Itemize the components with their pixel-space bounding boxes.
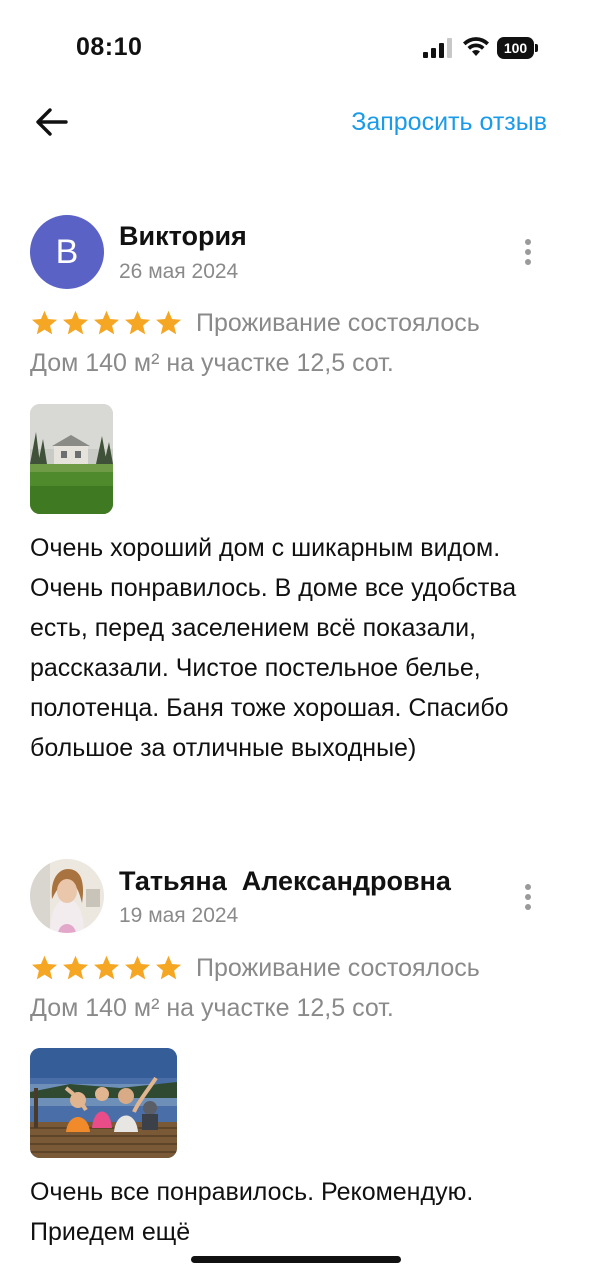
status-bar: 08:10 100 xyxy=(0,0,591,96)
menu-dot xyxy=(525,894,531,900)
home-indicator[interactable] xyxy=(191,1256,401,1263)
wifi-icon xyxy=(463,37,489,56)
star-icon xyxy=(94,310,119,335)
avatar xyxy=(30,859,104,933)
avatar: В xyxy=(30,215,104,289)
review-text: Очень хороший дом с шикарным видом. Очен… xyxy=(30,534,517,762)
review-date: 26 мая 2024 xyxy=(119,260,239,283)
rating-stars xyxy=(30,309,183,337)
menu-dot xyxy=(525,259,531,265)
status-time: 08:10 xyxy=(76,33,143,61)
review-photo[interactable] xyxy=(30,1048,177,1158)
star-icon xyxy=(63,310,88,335)
star-icon xyxy=(32,955,57,980)
cellular-signal-icon xyxy=(423,38,452,58)
avatar-photo xyxy=(30,859,104,933)
more-options-button[interactable] xyxy=(512,875,544,919)
back-button[interactable] xyxy=(30,100,74,144)
battery-tip xyxy=(535,44,538,52)
star-icon xyxy=(156,310,181,335)
battery-icon: 100 xyxy=(497,37,539,59)
request-review-button[interactable]: Запросить отзыв xyxy=(351,108,547,137)
review-date: 19 мая 2024 xyxy=(119,904,239,927)
star-icon xyxy=(125,955,150,980)
rating-stars xyxy=(30,954,183,982)
menu-dot xyxy=(525,904,531,910)
property-name: Дом 140 м² на участке 12,5 сот. xyxy=(30,994,394,1022)
star-icon xyxy=(32,310,57,335)
group-photo xyxy=(30,1048,177,1158)
house-photo xyxy=(30,404,113,514)
property-name: Дом 140 м² на участке 12,5 сот. xyxy=(30,349,394,377)
star-icon xyxy=(156,955,181,980)
stay-status: Проживание состоялось xyxy=(196,309,480,337)
more-vertical-icon xyxy=(525,884,531,890)
menu-dot xyxy=(525,249,531,255)
stay-status: Проживание состоялось xyxy=(196,954,480,982)
star-icon xyxy=(63,955,88,980)
reviewer-name: Виктория xyxy=(119,221,247,251)
reviewer-name: Татьяна Александровна xyxy=(119,866,451,896)
more-options-button[interactable] xyxy=(512,230,544,274)
battery-level: 100 xyxy=(503,40,528,56)
reviews-screen: 08:10 100 Запросить отзыв В Виктория 26 … xyxy=(0,0,591,1280)
star-icon xyxy=(94,955,119,980)
review-photo[interactable] xyxy=(30,404,113,514)
review-text: Очень все понравилось. Рекомендую. Приед… xyxy=(30,1178,474,1246)
arrow-left-icon xyxy=(36,108,68,136)
star-icon xyxy=(125,310,150,335)
more-vertical-icon xyxy=(525,239,531,245)
